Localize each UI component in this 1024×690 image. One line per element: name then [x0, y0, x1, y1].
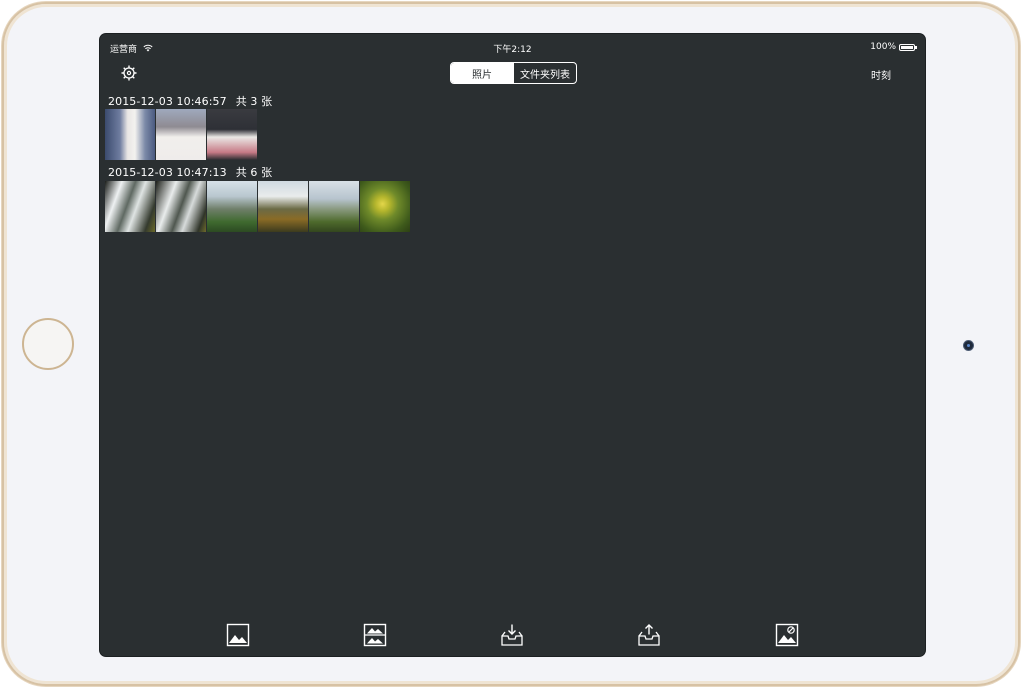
status-bar: 运营商 下午2:12 100%	[100, 34, 925, 56]
app-screen: 运营商 下午2:12 100% 照片 文件夹列表 时刻 2015-12-03 1…	[100, 34, 925, 656]
image-edit-icon[interactable]	[775, 623, 799, 647]
thumbnail-row	[105, 181, 411, 232]
tab-folder-list[interactable]: 文件夹列表	[513, 63, 576, 83]
export-tray-icon[interactable]	[637, 623, 661, 647]
group-timestamp: 2015-12-03 10:47:13	[108, 166, 227, 179]
battery-icon	[899, 43, 917, 51]
group-timestamp: 2015-12-03 10:46:57	[108, 95, 227, 108]
photo-thumbnail[interactable]	[258, 181, 309, 232]
status-time: 下午2:12	[493, 45, 532, 55]
group-count: 共 6 张	[235, 166, 273, 179]
settings-gear-icon[interactable]	[120, 64, 138, 82]
photo-thumbnail[interactable]	[309, 181, 360, 232]
moments-button[interactable]: 时刻	[871, 67, 891, 82]
thumbnail-row	[105, 109, 258, 160]
image-icon[interactable]	[226, 623, 250, 647]
photo-thumbnail[interactable]	[207, 181, 258, 232]
photo-thumbnail[interactable]	[105, 109, 156, 160]
photo-thumbnail[interactable]	[207, 109, 258, 160]
import-tray-icon[interactable]	[500, 623, 524, 647]
photo-thumbnail[interactable]	[360, 181, 411, 232]
battery-indicator: 100%	[870, 42, 917, 52]
group-header: 2015-12-03 10:47:13 共 6 张	[108, 164, 272, 180]
tab-photos[interactable]: 照片	[451, 63, 513, 83]
photo-thumbnail[interactable]	[156, 181, 207, 232]
image-stack-icon[interactable]	[363, 623, 387, 647]
photo-thumbnail[interactable]	[105, 181, 156, 232]
group-header: 2015-12-03 10:46:57 共 3 张	[108, 93, 272, 109]
home-button[interactable]	[22, 318, 74, 370]
battery-percent: 100%	[870, 42, 896, 52]
front-camera	[963, 340, 974, 351]
group-count: 共 3 张	[235, 95, 273, 108]
photo-thumbnail[interactable]	[156, 109, 207, 160]
view-segmented-control: 照片 文件夹列表	[450, 62, 577, 84]
